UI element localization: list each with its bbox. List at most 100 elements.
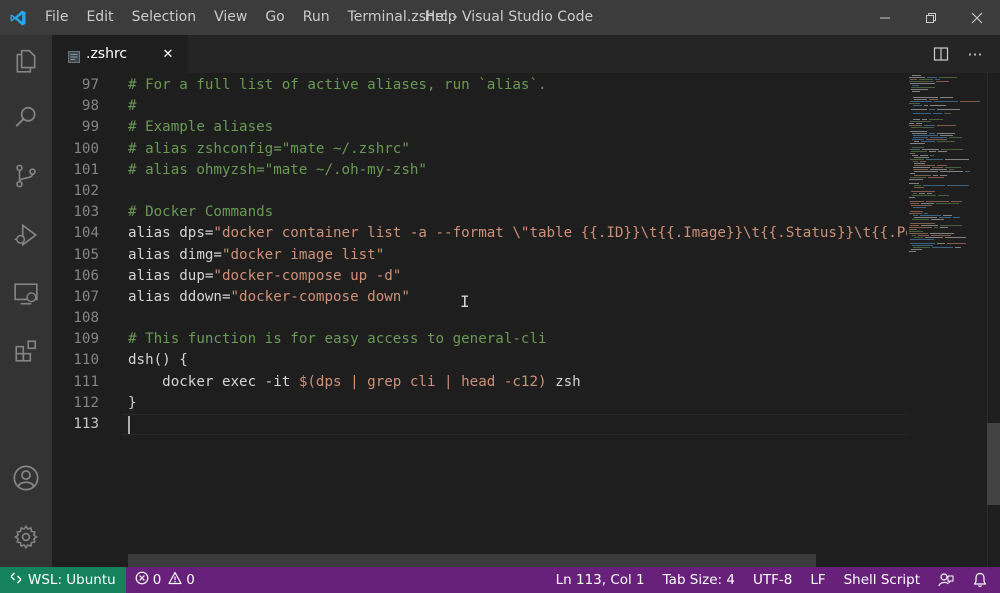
encoding[interactable]: UTF-8 [744, 567, 801, 593]
cursor-position[interactable]: Ln 113, Col 1 [547, 567, 654, 593]
extensions-icon[interactable] [0, 327, 52, 375]
code-line[interactable]: 110 dsh() { [52, 350, 907, 371]
code-line[interactable]: 102 [52, 181, 907, 202]
minimap-line [934, 101, 958, 102]
menu-terminal[interactable]: Terminal [339, 0, 416, 35]
notifications-bell-icon[interactable] [963, 567, 1000, 593]
code-line[interactable]: 99 # Example aliases [52, 117, 907, 138]
menu-go[interactable]: Go [256, 0, 293, 35]
remote-explorer-icon[interactable] [0, 270, 52, 318]
minimap-line [909, 231, 923, 232]
minimap-line [913, 161, 918, 162]
minimap-line [913, 113, 931, 114]
vertical-scrollbar[interactable] [987, 73, 1000, 567]
split-editor-icon[interactable] [930, 43, 952, 65]
minimap-line [913, 167, 930, 168]
close-icon[interactable] [954, 0, 1000, 35]
minimap-line [911, 191, 935, 192]
code-line[interactable]: 108 [52, 308, 907, 329]
minimap-line [912, 75, 921, 76]
minimap-line [919, 79, 933, 80]
minimap-line [909, 227, 932, 228]
minimap-line [930, 137, 947, 138]
minimap-line [914, 237, 923, 238]
tab-zshrc[interactable]: .zshrc ✕ [52, 35, 188, 73]
minimap-line [949, 137, 962, 138]
minimap-line [909, 183, 919, 184]
minimap-line [926, 139, 947, 140]
menu-edit[interactable]: Edit [77, 0, 122, 35]
minimap-line [930, 233, 954, 234]
minimap-line [947, 243, 966, 244]
minimize-icon[interactable] [862, 0, 908, 35]
minimap-line [910, 203, 919, 204]
code-line[interactable]: 101 # alias ohmyzsh="mate ~/.oh-my-zsh" [52, 160, 907, 181]
problems-indicator[interactable]: 0 0 [126, 567, 204, 593]
search-icon[interactable] [0, 93, 52, 141]
minimap-line [938, 151, 947, 152]
minimap-line [945, 237, 966, 238]
minimap-line [912, 245, 933, 246]
code-line[interactable]: 113 [52, 414, 907, 436]
code-line[interactable]: 103 # Docker Commands [52, 202, 907, 223]
minimap-line [918, 235, 929, 236]
accounts-icon[interactable] [0, 454, 52, 502]
code-line[interactable]: 104 alias dps="docker container list -a -… [52, 223, 913, 244]
file-icon [68, 48, 80, 63]
source-control-icon[interactable] [0, 152, 52, 200]
code-token: alias dimg= [128, 246, 222, 263]
tab-close-icon[interactable]: ✕ [158, 44, 178, 64]
menu-selection[interactable]: Selection [123, 0, 206, 35]
minimap-line [910, 79, 917, 80]
line-number: 100 [73, 140, 99, 157]
tab-size[interactable]: Tab Size: 4 [654, 567, 744, 593]
horizontal-scrollbar-thumb[interactable] [128, 554, 816, 567]
minimap-line [909, 125, 922, 126]
code-line[interactable]: 100 # alias zshconfig="mate ~/.zshrc" [52, 139, 907, 160]
minimap-line [914, 165, 935, 166]
minimap-line [913, 247, 930, 248]
code-line[interactable]: 105 alias dimg="docker image list" [52, 245, 907, 266]
code-line[interactable]: 98 # [52, 96, 907, 117]
minimap-line [910, 177, 926, 178]
minimap-line [913, 207, 926, 208]
more-actions-icon[interactable]: ··· [964, 43, 986, 65]
minimap-line [911, 89, 928, 90]
menu-help[interactable]: Help [416, 0, 466, 35]
code-line[interactable]: 109 # This function is for easy access to… [52, 329, 907, 350]
explorer-icon[interactable] [0, 37, 52, 85]
minimap-line [909, 251, 916, 252]
code-line[interactable]: 111 docker exec -it $(dps | grep cli | h… [52, 372, 907, 393]
minimap-line [909, 81, 934, 82]
editor-actions: ··· [930, 35, 986, 73]
minimap-line [913, 135, 938, 136]
minimap-line [925, 237, 943, 238]
minimap-line [912, 147, 924, 148]
menu-bar: File Edit Selection View Go Run Terminal… [36, 0, 466, 35]
code-line[interactable]: 97 # For a full list of active aliases, r… [52, 75, 907, 96]
minimap-line [914, 175, 931, 176]
code-editor[interactable]: 97 # For a full list of active aliases, r… [52, 73, 1000, 567]
vertical-scrollbar-thumb[interactable] [987, 423, 1000, 505]
code-lines[interactable]: 97 # For a full list of active aliases, r… [52, 75, 914, 436]
menu-view[interactable]: View [205, 0, 256, 35]
run-debug-icon[interactable] [0, 211, 52, 259]
language-mode[interactable]: Shell Script [835, 567, 929, 593]
line-text: dsh() { [128, 350, 188, 371]
menu-run[interactable]: Run [294, 0, 339, 35]
menu-file[interactable]: File [36, 0, 77, 35]
settings-gear-icon[interactable] [0, 513, 52, 561]
remote-indicator[interactable]: WSL: Ubuntu [0, 567, 126, 593]
minimap-line [931, 219, 944, 220]
minimap-line [911, 127, 934, 128]
code-token: zsh [546, 373, 581, 390]
feedback-icon[interactable] [929, 567, 963, 593]
code-line[interactable]: 107 alias ddown="docker-compose down" [52, 287, 907, 308]
restore-icon[interactable] [908, 0, 954, 35]
code-line[interactable]: 112} [52, 393, 907, 414]
code-line[interactable]: 106 alias dup="docker-compose up -d" [52, 266, 907, 287]
minimap-line [949, 169, 954, 170]
end-of-line[interactable]: LF [801, 567, 834, 593]
code-token: "docker image list" [221, 246, 385, 263]
minimap[interactable] [907, 73, 987, 567]
